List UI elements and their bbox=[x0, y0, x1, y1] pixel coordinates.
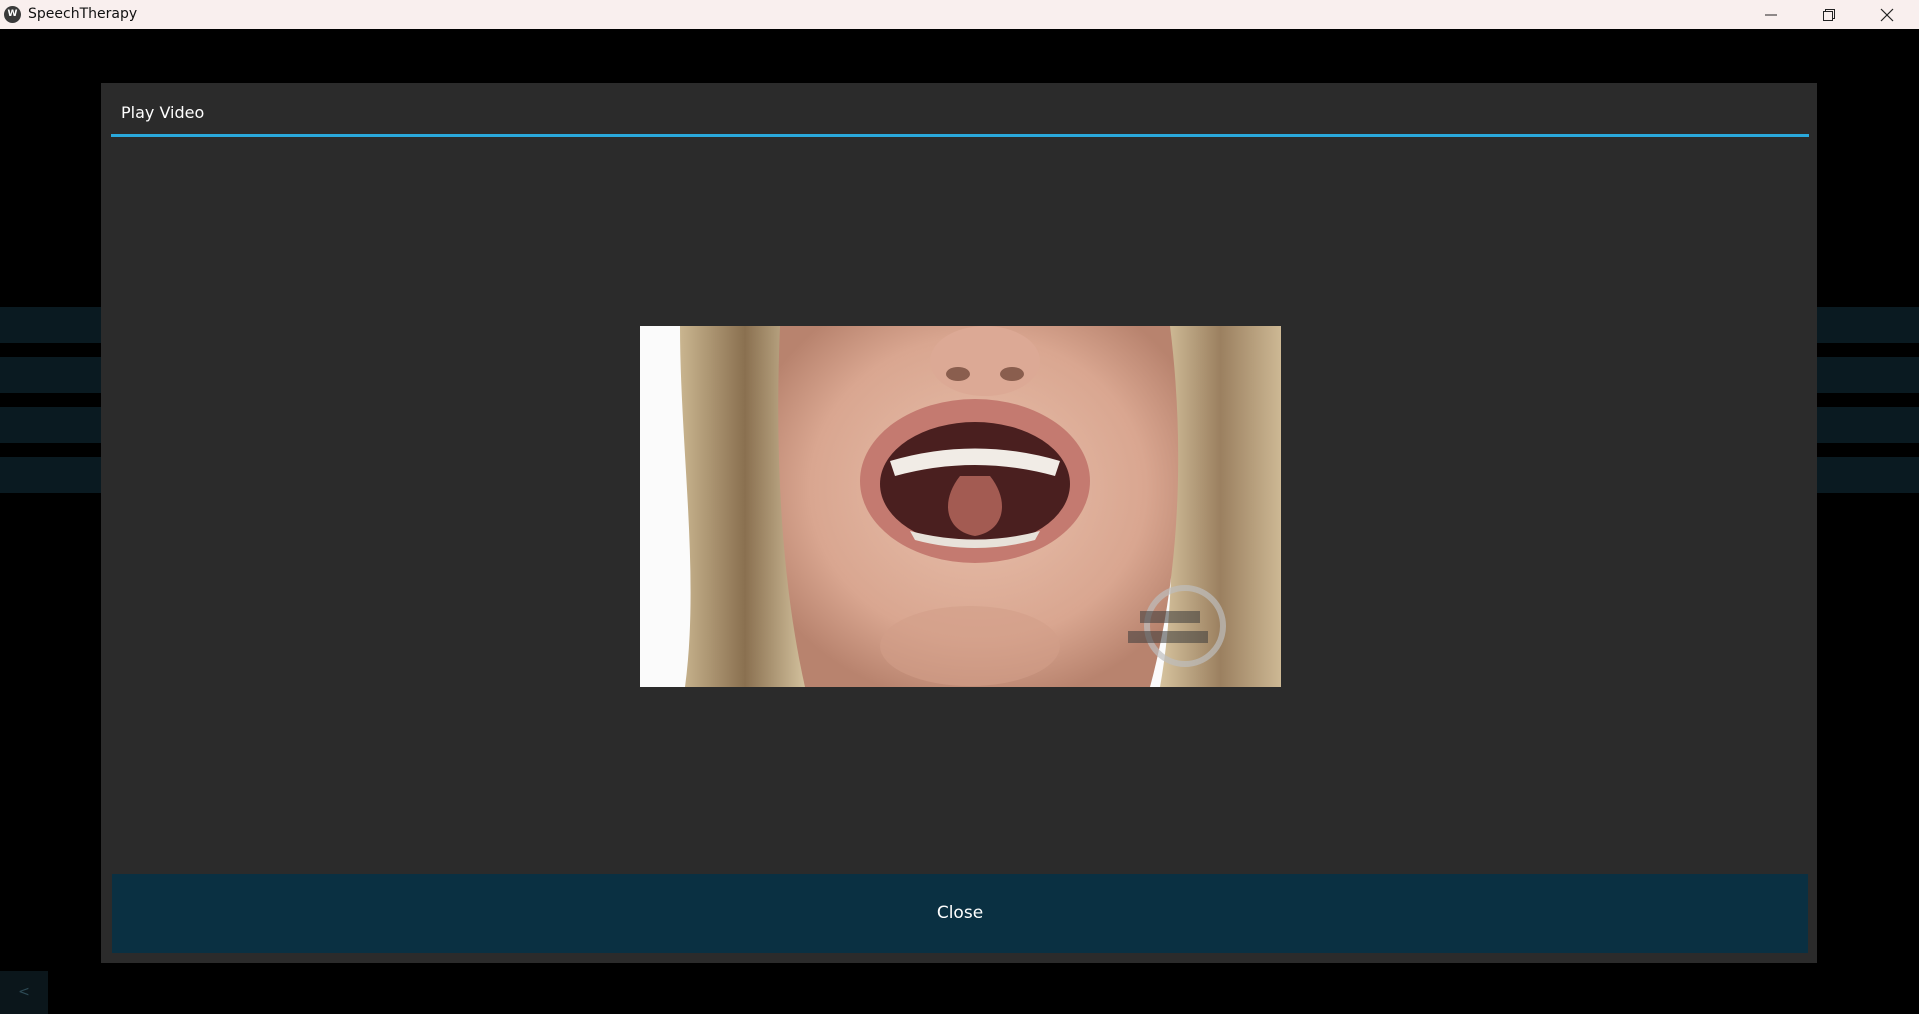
background-row bbox=[0, 407, 101, 443]
dialog-title: Play Video bbox=[121, 103, 205, 122]
close-icon bbox=[1880, 8, 1894, 21]
title-divider bbox=[111, 134, 1809, 137]
back-button[interactable]: < bbox=[0, 971, 48, 1014]
minimize-button[interactable] bbox=[1742, 0, 1800, 29]
background-row bbox=[1817, 407, 1919, 443]
play-video-dialog: Play Video Close bbox=[101, 83, 1817, 963]
video-frame bbox=[640, 326, 1281, 687]
background-row bbox=[0, 307, 101, 343]
video-player[interactable] bbox=[640, 326, 1281, 687]
window-title: SpeechTherapy bbox=[28, 6, 138, 22]
window-titlebar: W SpeechTherapy bbox=[0, 0, 1919, 29]
background-row bbox=[1817, 457, 1919, 493]
app-logo-icon: W bbox=[4, 6, 21, 23]
restore-icon bbox=[1823, 8, 1835, 21]
background-row bbox=[1817, 307, 1919, 343]
minimize-icon bbox=[1765, 14, 1777, 15]
restore-button[interactable] bbox=[1800, 0, 1858, 29]
background-row bbox=[0, 457, 101, 493]
background-row bbox=[1817, 357, 1919, 393]
window-close-button[interactable] bbox=[1858, 0, 1916, 29]
close-button[interactable]: Close bbox=[112, 874, 1808, 953]
background-row bbox=[0, 357, 101, 393]
